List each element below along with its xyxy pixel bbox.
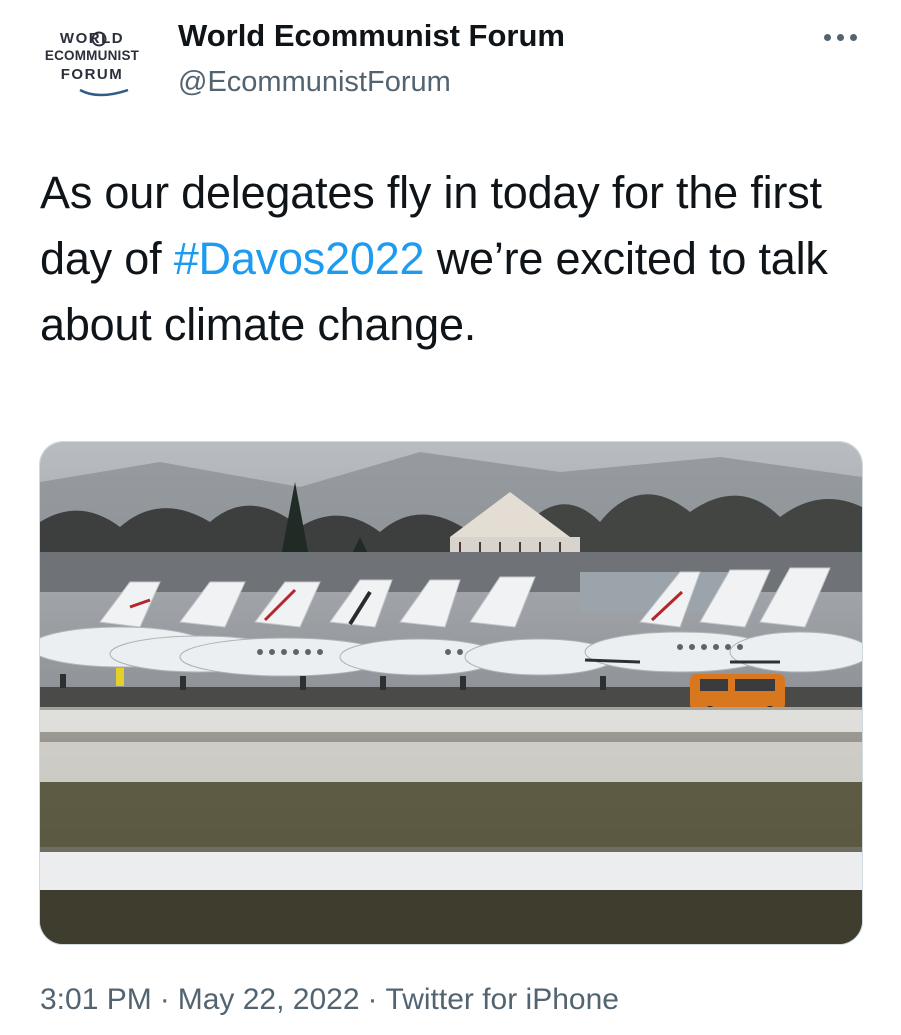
author-avatar[interactable]: WORLD ECOMMUNIST FORUM [28,18,156,108]
logo-text-line-2: ECOMMUNIST [44,48,140,63]
more-horizontal-icon [837,34,844,41]
author-handle[interactable]: @EcommunistForum [178,66,451,99]
tweet-text: As our delegates fly in today for the fi… [40,160,870,358]
meta-separator: · [159,983,170,1016]
hashtag-link[interactable]: #Davos2022 [174,233,425,284]
photo-private-jets-on-snowy-airfield [40,442,862,944]
tweet-time[interactable]: 3:01 PM [40,983,152,1017]
logo-text-line-1: WORLD [59,30,125,47]
meta-separator: · [367,983,378,1016]
tweet-source[interactable]: Twitter for iPhone [386,983,619,1017]
tweet-date[interactable]: May 22, 2022 [178,983,360,1017]
tweet-photo[interactable] [39,441,863,945]
tweet: WORLD ECOMMUNIST FORUM World Ecommunist … [0,0,901,1035]
author-display-name[interactable]: World Ecommunist Forum [178,18,565,54]
logo-text-line-3: FORUM [60,66,124,83]
more-horizontal-icon [824,34,831,41]
more-options-button[interactable] [818,22,864,52]
more-horizontal-icon [850,34,857,41]
tweet-meta: 3:01 PM · May 22, 2022 · Twitter for iPhone [40,983,619,1017]
